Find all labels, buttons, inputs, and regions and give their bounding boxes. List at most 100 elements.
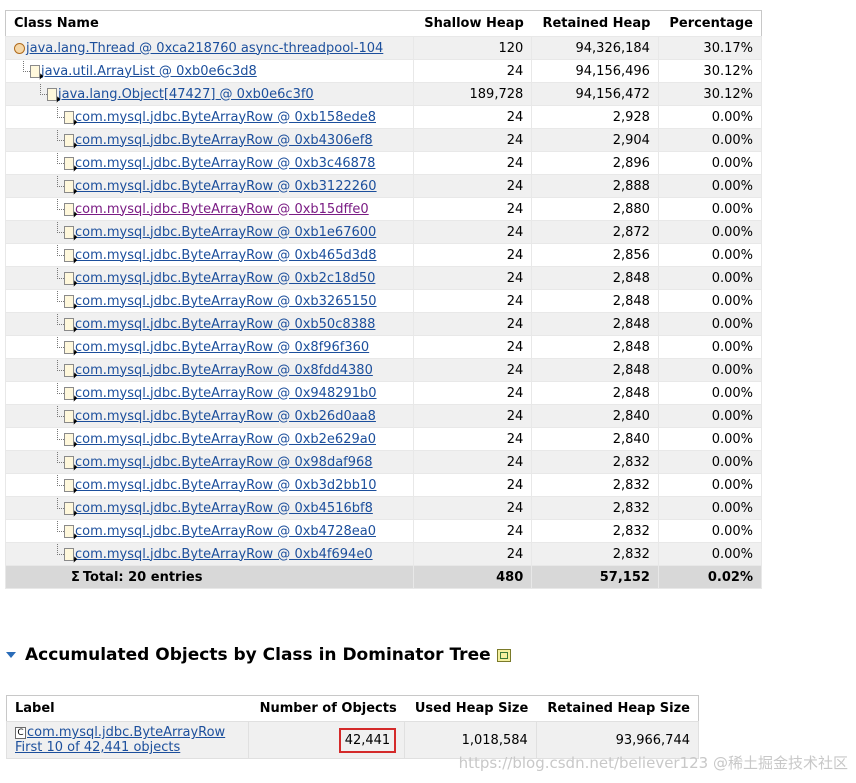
retained-heap-cell: 2,848: [531, 289, 659, 313]
table-row[interactable]: com.mysql.jdbc.ByteArrayRow @ 0xb4306ef8…: [5, 128, 763, 152]
collapse-triangle-icon[interactable]: [6, 652, 16, 658]
object-link[interactable]: java.lang.Object[47427] @ 0xb0e6c3f0: [58, 87, 314, 102]
object-link[interactable]: com.mysql.jdbc.ByteArrayRow @ 0xb4f694e0: [75, 547, 373, 562]
object-icon: [64, 225, 74, 239]
acc-label-cell: Ccom.mysql.jdbc.ByteArrayRow First 10 of…: [6, 721, 249, 759]
table-view-icon[interactable]: [496, 648, 511, 662]
object-link[interactable]: com.mysql.jdbc.ByteArrayRow @ 0xb2c18d50: [75, 271, 375, 286]
shallow-heap-cell: 24: [412, 243, 533, 267]
object-link[interactable]: java.lang.Thread @ 0xca218760 async-thre…: [26, 41, 383, 56]
table-row[interactable]: com.mysql.jdbc.ByteArrayRow @ 0xb1e67600…: [5, 220, 763, 244]
accumulated-section-header[interactable]: Accumulated Objects by Class in Dominato…: [6, 645, 511, 665]
object-link[interactable]: com.mysql.jdbc.ByteArrayRow @ 0xb4516bf8: [75, 501, 373, 516]
percentage-cell: 0.00%: [657, 358, 763, 382]
tree-connector: [57, 106, 64, 118]
table-row[interactable]: com.mysql.jdbc.ByteArrayRow @ 0xb3122260…: [5, 174, 763, 198]
table-row[interactable]: java.util.ArrayList @ 0xb0e6c3d8 24 94,156…: [5, 59, 763, 83]
object-link[interactable]: com.mysql.jdbc.ByteArrayRow @ 0x948291b0: [75, 386, 377, 401]
tree-connector: [57, 221, 64, 233]
table-row[interactable]: com.mysql.jdbc.ByteArrayRow @ 0xb2e629a0…: [5, 427, 763, 451]
column-header-label[interactable]: Label: [7, 696, 249, 722]
table-row[interactable]: com.mysql.jdbc.ByteArrayRow @ 0xb4516bf8…: [5, 496, 763, 520]
column-header-retained-heap[interactable]: Retained Heap: [531, 10, 659, 37]
tree-connector: [57, 313, 64, 325]
percentage-cell: 30.12%: [657, 59, 763, 83]
table-row[interactable]: java.lang.Object[47427] @ 0xb0e6c3f0 189,…: [5, 82, 763, 106]
table-row[interactable]: com.mysql.jdbc.ByteArrayRow @ 0xb2c18d50…: [5, 266, 763, 290]
table-row[interactable]: com.mysql.jdbc.ByteArrayRow @ 0xb3c46878…: [5, 151, 763, 175]
table-row[interactable]: com.mysql.jdbc.ByteArrayRow @ 0x98daf968…: [5, 450, 763, 474]
class-name-cell: com.mysql.jdbc.ByteArrayRow @ 0xb2e629a0: [5, 427, 414, 451]
tree-connector: [57, 520, 64, 532]
dominator-tree-table: Class Name Shallow Heap Retained Heap Pe…: [5, 10, 763, 589]
column-header-percentage[interactable]: Percentage: [658, 10, 762, 37]
object-link[interactable]: java.util.ArrayList @ 0xb0e6c3d8: [41, 64, 257, 79]
retained-heap-cell: 94,326,184: [531, 36, 659, 60]
object-link[interactable]: com.mysql.jdbc.ByteArrayRow @ 0xb15dffe0: [75, 202, 369, 217]
object-link[interactable]: com.mysql.jdbc.ByteArrayRow @ 0x98daf968: [75, 455, 373, 470]
shallow-heap-cell: 24: [412, 151, 533, 175]
retained-heap-cell: 2,896: [531, 151, 659, 175]
table-row[interactable]: com.mysql.jdbc.ByteArrayRow @ 0xb465d3d8…: [5, 243, 763, 267]
total-label: Total: 20 entries: [82, 569, 203, 585]
class-name-cell: com.mysql.jdbc.ByteArrayRow @ 0xb2c18d50: [5, 266, 414, 290]
class-name-cell: com.mysql.jdbc.ByteArrayRow @ 0xb4f694e0: [5, 542, 414, 566]
object-link[interactable]: com.mysql.jdbc.ByteArrayRow @ 0x8fdd4380: [75, 363, 373, 378]
object-link[interactable]: com.mysql.jdbc.ByteArrayRow @ 0xb4728ea0: [75, 524, 376, 539]
column-header-used-heap-size[interactable]: Used Heap Size: [405, 696, 537, 722]
column-header-number-of-objects[interactable]: Number of Objects: [248, 696, 405, 722]
object-link[interactable]: com.mysql.jdbc.ByteArrayRow @ 0xb158ede8: [75, 110, 376, 125]
table-row[interactable]: com.mysql.jdbc.ByteArrayRow @ 0xb3265150…: [5, 289, 763, 313]
object-link[interactable]: com.mysql.jdbc.ByteArrayRow @ 0xb3c46878: [75, 156, 375, 171]
object-link[interactable]: com.mysql.jdbc.ByteArrayRow @ 0xb3122260: [75, 179, 377, 194]
object-link[interactable]: com.mysql.jdbc.ByteArrayRow @ 0xb3265150: [75, 294, 377, 309]
column-header-retained-heap-size[interactable]: Retained Heap Size: [536, 696, 698, 722]
object-link[interactable]: com.mysql.jdbc.ByteArrayRow @ 0xb465d3d8: [75, 248, 377, 263]
table-row[interactable]: com.mysql.jdbc.ByteArrayRow @ 0xb15dffe0…: [5, 197, 763, 221]
object-link[interactable]: com.mysql.jdbc.ByteArrayRow @ 0xb3d2bb10: [75, 478, 377, 493]
object-link[interactable]: com.mysql.jdbc.ByteArrayRow @ 0xb26d0aa8: [75, 409, 376, 424]
percentage-cell: 0.00%: [657, 174, 763, 198]
object-link[interactable]: com.mysql.jdbc.ByteArrayRow @ 0x8f96f360: [75, 340, 369, 355]
table-row[interactable]: com.mysql.jdbc.ByteArrayRow @ 0x8fdd4380…: [5, 358, 763, 382]
retained-heap-cell: 2,848: [531, 381, 659, 405]
column-header-class-name[interactable]: Class Name: [5, 10, 414, 37]
class-name-link[interactable]: com.mysql.jdbc.ByteArrayRow: [27, 725, 225, 740]
table-row[interactable]: com.mysql.jdbc.ByteArrayRow @ 0xb4f694e0…: [5, 542, 763, 566]
table-row[interactable]: com.mysql.jdbc.ByteArrayRow @ 0x948291b0…: [5, 381, 763, 405]
table-row[interactable]: com.mysql.jdbc.ByteArrayRow @ 0xb50c8388…: [5, 312, 763, 336]
object-link[interactable]: com.mysql.jdbc.ByteArrayRow @ 0xb2e629a0: [75, 432, 376, 447]
object-link[interactable]: com.mysql.jdbc.ByteArrayRow @ 0xb1e67600: [75, 225, 376, 240]
object-icon: [64, 202, 74, 216]
object-link[interactable]: com.mysql.jdbc.ByteArrayRow @ 0xb4306ef8: [75, 133, 373, 148]
table-row[interactable]: java.lang.Thread @ 0xca218760 async-thre…: [5, 36, 763, 60]
object-icon: [64, 478, 74, 492]
shallow-heap-cell: 24: [412, 358, 533, 382]
shallow-heap-cell: 24: [412, 404, 533, 428]
object-icon: [64, 317, 74, 331]
percentage-cell: 0.00%: [657, 450, 763, 474]
table-row[interactable]: com.mysql.jdbc.ByteArrayRow @ 0xb158ede8…: [5, 105, 763, 129]
class-name-cell: com.mysql.jdbc.ByteArrayRow @ 0xb15dffe0: [5, 197, 414, 221]
section-title: Accumulated Objects by Class in Dominato…: [25, 645, 491, 665]
shallow-heap-cell: 24: [412, 174, 533, 198]
percentage-cell: 0.00%: [657, 105, 763, 129]
column-header-shallow-heap[interactable]: Shallow Heap: [413, 10, 532, 37]
retained-heap-cell: 2,832: [531, 450, 659, 474]
percentage-cell: 0.00%: [657, 496, 763, 520]
percentage-cell: 30.12%: [657, 82, 763, 106]
tree-connector: [57, 474, 64, 486]
shallow-heap-cell: 24: [412, 312, 533, 336]
percentage-cell: 0.00%: [657, 220, 763, 244]
class-name-cell: java.util.ArrayList @ 0xb0e6c3d8: [5, 59, 414, 83]
table-row[interactable]: com.mysql.jdbc.ByteArrayRow @ 0xb26d0aa8…: [5, 404, 763, 428]
first-10-objects-link[interactable]: First 10 of 42,441 objects: [15, 740, 180, 755]
shallow-heap-cell: 24: [412, 496, 533, 520]
object-link[interactable]: com.mysql.jdbc.ByteArrayRow @ 0xb50c8388: [75, 317, 375, 332]
table-row[interactable]: com.mysql.jdbc.ByteArrayRow @ 0x8f96f360…: [5, 335, 763, 359]
number-of-objects-cell: 42,441: [247, 721, 406, 759]
object-icon: [64, 248, 74, 262]
table-row[interactable]: com.mysql.jdbc.ByteArrayRow @ 0xb4728ea0…: [5, 519, 763, 543]
table-header-row: Class Name Shallow Heap Retained Heap Pe…: [5, 10, 762, 37]
table-row[interactable]: com.mysql.jdbc.ByteArrayRow @ 0xb3d2bb10…: [5, 473, 763, 497]
